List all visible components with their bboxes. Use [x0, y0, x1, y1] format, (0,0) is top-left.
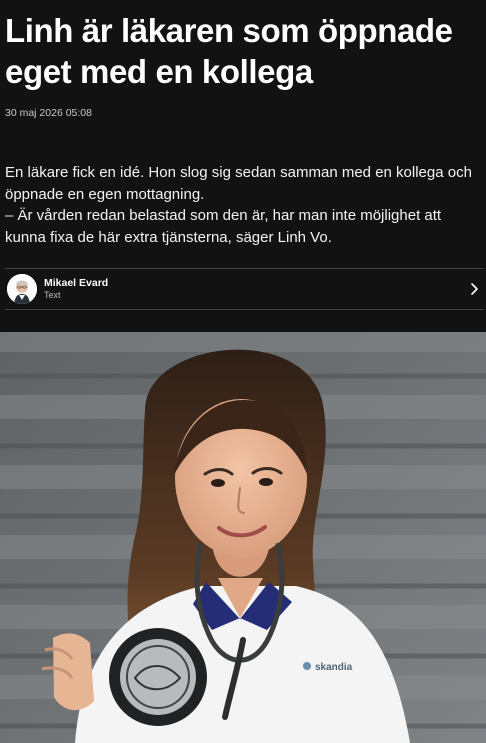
article-lead: En läkare fick en idé. Hon slog sig seda…	[5, 162, 483, 248]
author-name: Mikael Evard	[44, 277, 109, 289]
article-photo: skandia	[0, 332, 486, 743]
author-avatar	[7, 274, 37, 304]
publish-timestamp: 30 maj 2026 05:08	[5, 107, 92, 119]
headline: Linh är läkaren som öppnade eget med en …	[5, 12, 453, 90]
author-byline[interactable]: Mikael Evard Text	[5, 268, 484, 310]
lead-paragraph-2: – Är vården redan belastad som den är, h…	[5, 207, 442, 246]
author-info: Mikael Evard Text	[44, 277, 466, 301]
chevron-right-icon	[471, 283, 478, 295]
article-header: Linh är läkaren som öppnade eget med en …	[0, 0, 486, 310]
svg-text:skandia: skandia	[315, 662, 353, 673]
author-role: Text	[44, 290, 61, 300]
article: Linh är läkaren som öppnade eget med en …	[0, 0, 486, 743]
lead-paragraph-1: En läkare fick en idé. Hon slog sig seda…	[5, 164, 472, 203]
